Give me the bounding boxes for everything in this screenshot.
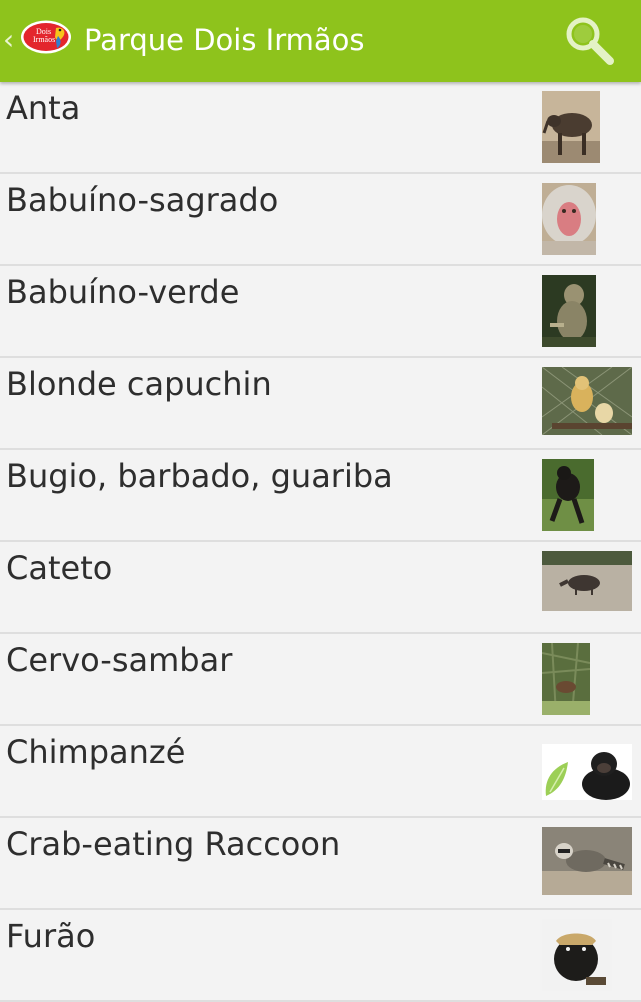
list-item-label: Cateto	[6, 549, 113, 587]
list-item-label: Furão	[6, 917, 96, 955]
list-item[interactable]: Bugio, barbado, guariba	[0, 450, 641, 542]
olive-baboon-thumbnail	[542, 275, 596, 347]
list-item[interactable]: Anta	[0, 82, 641, 174]
list-item[interactable]: Babuíno-verde	[0, 266, 641, 358]
howler-monkey-thumbnail	[542, 459, 594, 531]
list-item[interactable]: Blonde capuchin	[0, 358, 641, 450]
list-item-label: Babuíno-sagrado	[6, 181, 279, 219]
list-item-label: Bugio, barbado, guariba	[6, 457, 393, 495]
list-item-label: Anta	[6, 89, 81, 127]
capuchin-monkeys-thumbnail	[542, 367, 632, 435]
sambar-deer-thumbnail	[542, 643, 590, 715]
list-item[interactable]: Cateto	[0, 542, 641, 634]
list-item[interactable]: Babuíno-sagrado	[0, 174, 641, 266]
app-logo: Dois Irmãos	[21, 20, 71, 54]
list-item[interactable]: Crab-eating Raccoon	[0, 818, 641, 910]
list-item[interactable]: Chimpanzé	[0, 726, 641, 818]
search-icon[interactable]	[558, 10, 620, 72]
list-item-label: Crab-eating Raccoon	[6, 825, 341, 863]
peccary-thumbnail	[542, 551, 632, 611]
action-bar: ‹ Dois Irmãos Parque Dois Irmãos	[0, 0, 641, 82]
animal-list: Anta Babuíno-sagrado Babuíno-verde Blond…	[0, 82, 641, 1002]
chevron-left-icon: ‹	[3, 23, 15, 56]
list-item-label: Chimpanzé	[6, 733, 186, 771]
page-title: Parque Dois Irmãos	[84, 23, 365, 57]
list-item[interactable]: Cervo-sambar	[0, 634, 641, 726]
hamadryas-baboon-thumbnail	[542, 183, 596, 255]
home-up-button[interactable]: ‹ Dois Irmãos	[0, 0, 78, 82]
list-item[interactable]: Furão	[0, 910, 641, 1002]
chimpanzee-thumbnail	[542, 744, 632, 800]
list-item-label: Cervo-sambar	[6, 641, 233, 679]
tapir-thumbnail	[542, 91, 600, 163]
crab-eating-raccoon-thumbnail	[542, 827, 632, 895]
grison-thumbnail	[542, 919, 612, 991]
list-item-label: Babuíno-verde	[6, 273, 240, 311]
list-item-label: Blonde capuchin	[6, 365, 272, 403]
logo-text-2: Irmãos	[33, 35, 55, 44]
